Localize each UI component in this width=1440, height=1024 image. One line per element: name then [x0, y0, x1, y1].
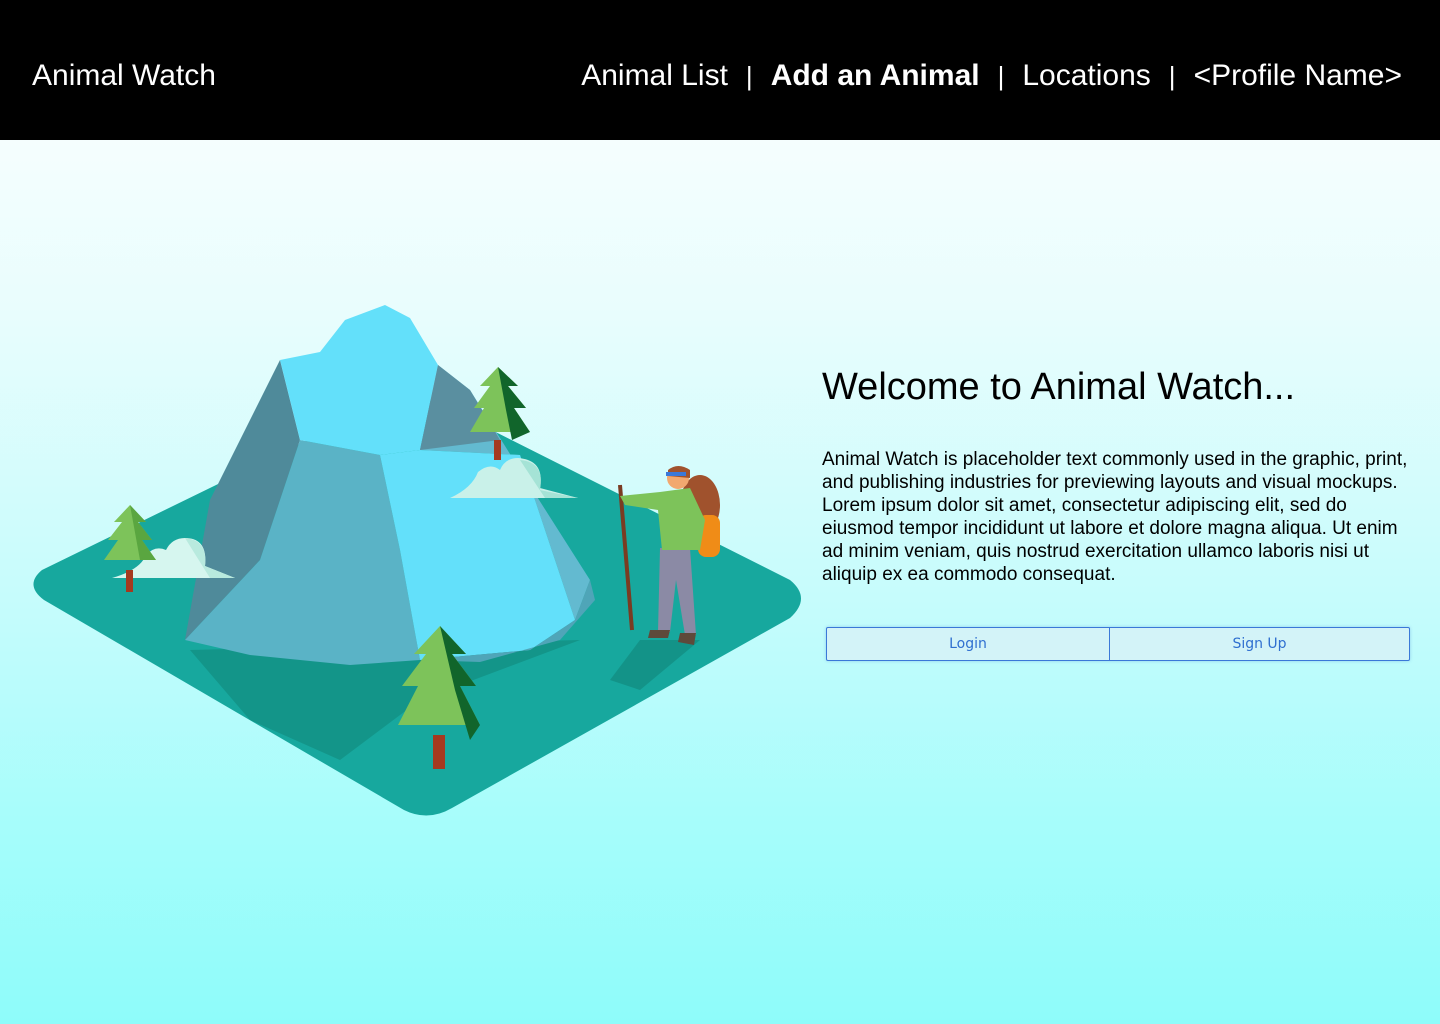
nav-locations[interactable]: Locations [1022, 56, 1150, 96]
login-button[interactable]: Login [827, 628, 1110, 660]
auth-button-group: Login Sign Up [826, 627, 1410, 661]
nav-separator: | [1168, 61, 1176, 91]
sign-up-button[interactable]: Sign Up [1110, 628, 1409, 660]
nav-profile-name[interactable]: <Profile Name> [1194, 56, 1402, 96]
main-nav: Animal List | Add an Animal | Locations … [581, 56, 1402, 96]
mountain-hiker-illustration [33, 305, 801, 816]
top-navigation-bar: Animal Watch Animal List | Add an Animal… [0, 0, 1440, 140]
nav-add-an-animal[interactable]: Add an Animal [771, 56, 980, 96]
welcome-heading: Welcome to Animal Watch... [822, 366, 1296, 408]
nav-animal-list[interactable]: Animal List [581, 56, 728, 96]
nav-separator: | [997, 61, 1005, 91]
intro-paragraph: Animal Watch is placeholder text commonl… [822, 449, 1408, 585]
nav-separator: | [745, 61, 753, 91]
brand-title[interactable]: Animal Watch [32, 56, 216, 96]
